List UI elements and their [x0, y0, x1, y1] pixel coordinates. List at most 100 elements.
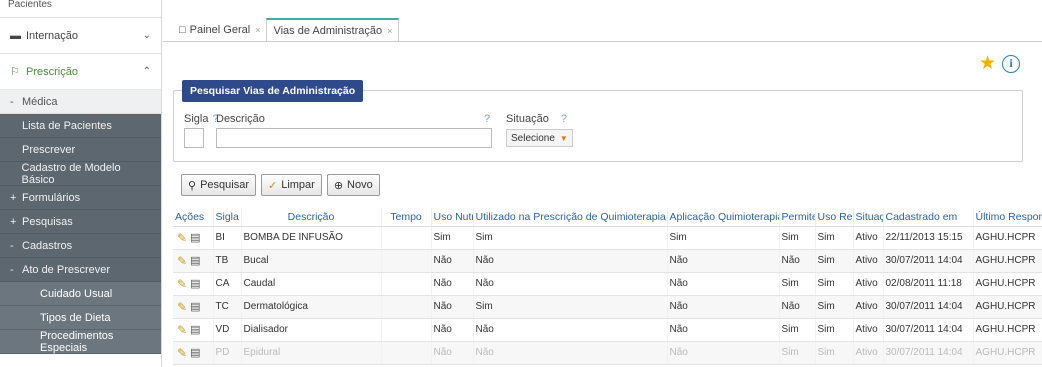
table-cell: Não — [431, 295, 474, 319]
sidebar-item-label: Pacientes — [8, 0, 52, 10]
edit-icon[interactable]: ✎ — [177, 254, 187, 268]
table-row[interactable]: ✎ ▤ BI BOMBA DE INFUSÃO Sim Sim Sim Sim Sim Ativo… — [173, 226, 1042, 250]
delete-icon[interactable]: ▤ — [190, 254, 200, 267]
sidebar-item-medica[interactable]: - Médica — [0, 90, 161, 114]
table-cell: Sim — [779, 226, 816, 250]
table-cell: Não — [779, 295, 816, 319]
delete-icon[interactable]: ▤ — [190, 323, 200, 336]
sidebar-item-prescricao[interactable]: ⚐ Prescrição ⌃ — [0, 54, 161, 90]
column-header[interactable]: Último Responsável — [973, 208, 1042, 227]
table-cell: Não — [667, 341, 780, 365]
column-header[interactable]: Situaçã — [853, 208, 884, 227]
info-icon[interactable]: i — [1002, 54, 1020, 73]
column-header[interactable]: Ações — [173, 208, 214, 227]
table-row[interactable]: ✎ ▤ CA Caudal Não Não Não Sim Sim Ativo 02/08/2011… — [173, 272, 1042, 296]
column-header[interactable]: Permite E — [779, 208, 816, 227]
delete-icon[interactable]: ▤ — [190, 277, 200, 290]
table-row[interactable]: ✎ ▤ VD Dialisador Não Não Não Sim Sim Ativo 30/07/… — [173, 318, 1042, 342]
star-icon[interactable]: ★ — [979, 54, 996, 73]
table-cell: Sim — [815, 249, 854, 273]
chevron-down-icon: ▼ — [559, 133, 568, 143]
table-cell: Sim — [431, 226, 474, 250]
situacao-select[interactable]: Selecione ▼ — [506, 129, 573, 147]
column-header[interactable]: Sigla — [213, 208, 242, 227]
row-actions: ✎ ▤ — [173, 226, 214, 250]
table-cell: Bucal — [241, 249, 382, 273]
sidebar-item-ato-prescrever[interactable]: - Ato de Prescrever — [0, 258, 161, 282]
table-cell: CA — [213, 272, 242, 296]
column-header[interactable]: Uso Nutriç — [431, 208, 474, 227]
sidebar-item-lista-pacientes[interactable]: Lista de Pacientes — [0, 114, 161, 138]
edit-icon[interactable]: ✎ — [177, 346, 187, 360]
edit-icon[interactable]: ✎ — [177, 323, 187, 337]
sidebar-item-cadastro-modelo[interactable]: Cadastro de Modelo Básico — [0, 162, 161, 186]
novo-button[interactable]: ⊕ Novo — [326, 174, 380, 196]
table-cell: Não — [431, 341, 474, 365]
descricao-input[interactable] — [216, 128, 492, 148]
table-cell: Dermatológica — [241, 295, 382, 319]
table-cell: TC — [213, 295, 242, 319]
tab-bar: □ Painel Geral × Vias de Administração × — [173, 18, 400, 42]
search-panel: Pesquisar Vias de Administração Sigla? D… — [173, 80, 1023, 162]
delete-icon[interactable]: ▤ — [190, 231, 200, 244]
table-cell: BOMBA DE INFUSÃO — [241, 226, 382, 250]
sidebar-item-internacao[interactable]: ▬ Internação ⌄ — [0, 18, 161, 54]
table-cell: Caudal — [241, 272, 382, 296]
column-header[interactable]: Tempo — [381, 208, 432, 227]
header-actions: ★ i — [979, 54, 1020, 73]
table-cell: Sim — [473, 295, 668, 319]
table-cell: PD — [213, 341, 242, 365]
table-row[interactable]: ✎ ▤ TC Dermatológica Não Sim Não Não Sim Ativo 30/… — [173, 295, 1042, 319]
pesquisar-button[interactable]: ⚲ Pesquisar — [181, 174, 256, 196]
situacao-label: Situação? — [506, 113, 567, 125]
sidebar-item-cadastros[interactable]: - Cadastros — [0, 234, 161, 258]
table-cell: AGHU.HCPR — [973, 341, 1042, 365]
sidebar-item-procedimentos-especiais[interactable]: Procedimentos Especiais — [0, 330, 161, 354]
delete-icon[interactable]: ▤ — [190, 346, 200, 359]
table-cell: Não — [473, 318, 668, 342]
pill-icon: ⚐ — [10, 66, 20, 78]
table-cell: Não — [473, 272, 668, 296]
sidebar-item-tipos-dieta[interactable]: Tipos de Dieta — [0, 306, 161, 330]
tab-vias-administracao[interactable]: Vias de Administração × — [266, 18, 400, 42]
edit-icon[interactable]: ✎ — [177, 231, 187, 245]
sidebar-item-formularios[interactable]: + Formulários — [0, 186, 161, 210]
column-header[interactable]: Descrição — [241, 208, 382, 227]
edit-icon[interactable]: ✎ — [177, 300, 187, 314]
table-cell: 30/07/2011 14:04 — [883, 318, 974, 342]
close-icon[interactable]: × — [387, 26, 392, 36]
column-header[interactable]: Uso Rece — [815, 208, 854, 227]
table-cell: Não — [667, 295, 780, 319]
sidebar-item-pesquisas[interactable]: + Pesquisas — [0, 210, 161, 234]
tab-painel-geral[interactable]: □ Painel Geral × — [173, 18, 266, 42]
table-row[interactable]: ✎ ▤ TB Bucal Não Não Não Não Sim Ativo 30/07/2011 … — [173, 249, 1042, 273]
bed-icon: ▬ — [10, 29, 21, 42]
column-header[interactable]: Utilizado na Prescrição de Quimioterapia — [473, 208, 668, 227]
column-header[interactable]: Cadastrado em — [883, 208, 974, 227]
help-icon[interactable]: ? — [561, 113, 567, 125]
monitor-icon: □ — [179, 24, 186, 36]
table-cell: Ativo — [853, 249, 884, 273]
table-row[interactable]: ✎ ▤ PD Epidural Não Não Não Sim Sim Ativo 30/07/20… — [173, 341, 1042, 365]
table-cell: Não — [431, 272, 474, 296]
row-actions: ✎ ▤ — [173, 272, 214, 296]
table-cell: Sim — [667, 226, 780, 250]
sidebar-item-prescrever[interactable]: Prescrever — [0, 138, 161, 162]
help-icon[interactable]: ? — [484, 113, 490, 125]
row-actions: ✎ ▤ — [173, 295, 214, 319]
delete-icon[interactable]: ▤ — [190, 300, 200, 313]
table-cell: AGHU.HCPR — [973, 226, 1042, 250]
column-header[interactable]: Aplicação Quimioterapia CCA — [667, 208, 780, 227]
table-cell: Não — [667, 272, 780, 296]
sidebar-item-pacientes[interactable]: Pacientes — [0, 0, 161, 18]
table-cell — [381, 318, 432, 342]
table-cell: Sim — [815, 318, 854, 342]
edit-icon[interactable]: ✎ — [177, 277, 187, 291]
close-icon[interactable]: × — [255, 25, 260, 35]
table-cell: Sim — [779, 318, 816, 342]
sidebar-item-cuidado-usual[interactable]: Cuidado Usual — [0, 282, 161, 306]
table-cell: TB — [213, 249, 242, 273]
sigla-input[interactable] — [184, 128, 204, 148]
limpar-button[interactable]: ✓ Limpar — [260, 174, 322, 196]
descricao-label: Descrição — [216, 113, 265, 125]
